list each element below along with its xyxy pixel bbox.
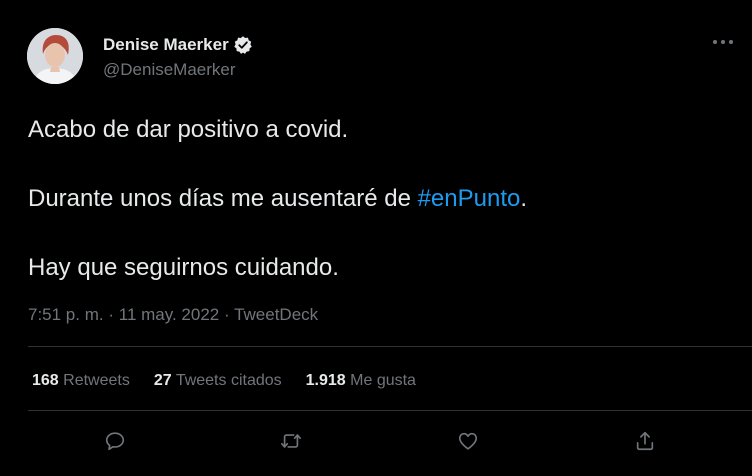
author-name-row[interactable]: Denise Maerker (103, 35, 253, 55)
tweet-line-2: Durante unos días me ausentaré de #enPun… (28, 182, 728, 216)
verified-badge-icon (233, 35, 253, 55)
author-display-name[interactable]: Denise Maerker (103, 35, 229, 55)
action-bar (0, 428, 752, 458)
avatar[interactable] (27, 28, 83, 84)
meta-separator: · (108, 305, 115, 324)
tweet-text: Acabo de dar positivo a covid. Durante u… (28, 113, 728, 285)
retweet-icon[interactable] (278, 428, 304, 454)
divider (28, 346, 752, 347)
tweet-source[interactable]: TweetDeck (234, 305, 318, 324)
like-icon[interactable] (455, 428, 481, 454)
meta-separator: · (223, 305, 230, 324)
retweets-count: 168 (32, 372, 59, 389)
quotes-stat[interactable]: 27 Tweets citados (154, 372, 282, 390)
retweets-label: Retweets (63, 372, 130, 389)
tweet-line-3: Hay que seguirnos cuidando. (28, 254, 339, 281)
tweet-stats: 168 Retweets 27 Tweets citados 1.918 Me … (32, 372, 440, 390)
tweet-line-2-text: Durante unos días me ausentaré de (28, 185, 418, 212)
hashtag-link[interactable]: #enPunto (418, 185, 521, 212)
tweet-meta: 7:51 p. m. · 11 may. 2022 · TweetDeck (28, 305, 318, 325)
quotes-label: Tweets citados (175, 372, 282, 389)
divider (28, 410, 752, 411)
share-icon[interactable] (632, 428, 658, 454)
more-options-icon[interactable] (710, 32, 736, 52)
reply-icon[interactable] (102, 428, 128, 454)
tweet-time[interactable]: 7:51 p. m. (28, 305, 104, 324)
likes-stat[interactable]: 1.918 Me gusta (306, 372, 416, 390)
tweet-line-1: Acabo de dar positivo a covid. (28, 116, 349, 143)
quotes-count: 27 (153, 372, 172, 389)
likes-count: 1.918 (305, 372, 346, 389)
tweet-line-2-end: . (520, 185, 528, 212)
likes-label: Me gusta (350, 372, 416, 389)
retweets-stat[interactable]: 168 Retweets (32, 372, 130, 390)
tweet-date[interactable]: 11 may. 2022 (119, 305, 220, 324)
author-handle[interactable]: @DeniseMaerker (103, 60, 236, 80)
